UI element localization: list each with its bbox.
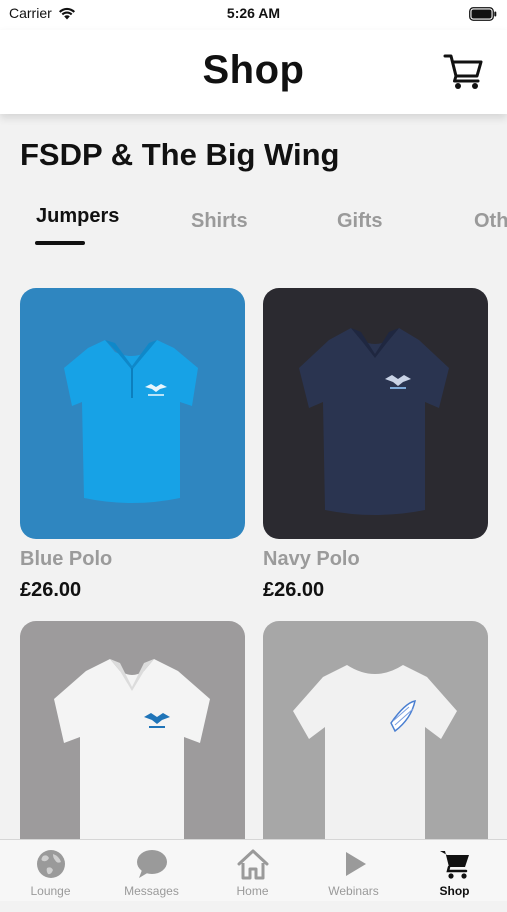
cart-button[interactable] bbox=[443, 52, 485, 90]
tab-bar-label: Messages bbox=[124, 884, 179, 898]
product-image bbox=[20, 621, 245, 872]
home-icon bbox=[237, 849, 269, 880]
category-tabs: Jumpers Shirts Gifts Oth bbox=[0, 205, 507, 255]
play-icon bbox=[346, 852, 366, 876]
tab-shirts[interactable]: Shirts bbox=[191, 210, 248, 233]
product-name: Navy Polo bbox=[263, 548, 360, 570]
product-image bbox=[20, 288, 245, 539]
tab-gifts[interactable]: Gifts bbox=[337, 210, 383, 233]
tab-bar-item-webinars[interactable]: Webinars bbox=[303, 840, 404, 901]
tab-bar-item-shop[interactable]: Shop bbox=[404, 840, 505, 901]
section-title: FSDP & The Big Wing bbox=[20, 137, 340, 172]
cart-icon bbox=[443, 54, 483, 89]
page-title: Shop bbox=[202, 48, 305, 92]
tab-bar-item-messages[interactable]: Messages bbox=[101, 840, 202, 901]
tab-bar-label: Shop bbox=[439, 884, 470, 898]
tab-other[interactable]: Oth bbox=[474, 210, 507, 233]
nav-header: Shop bbox=[0, 30, 507, 114]
status-time: 5:26 AM bbox=[226, 5, 281, 21]
bottom-tab-bar: Lounge Messages Home Webinars Shop bbox=[0, 839, 507, 901]
status-bar: Carrier 5:26 AM bbox=[0, 0, 507, 30]
product-card-blue-polo[interactable]: Blue Polo £26.00 bbox=[20, 288, 245, 602]
cart-icon bbox=[440, 851, 469, 879]
globe-icon bbox=[37, 850, 65, 878]
tab-bar-label: Home bbox=[236, 884, 269, 898]
product-image bbox=[263, 288, 488, 539]
tshirt-image bbox=[293, 665, 457, 872]
product-price: £26.00 bbox=[20, 579, 82, 601]
product-image bbox=[263, 621, 488, 872]
tab-bar-label: Lounge bbox=[30, 884, 71, 898]
tab-bar-label: Webinars bbox=[328, 884, 379, 898]
product-card-navy-polo[interactable]: Navy Polo £26.00 bbox=[263, 288, 488, 602]
tab-bar-item-lounge[interactable]: Lounge bbox=[0, 840, 101, 901]
tab-bar-item-home[interactable]: Home bbox=[202, 840, 303, 901]
product-price: £26.00 bbox=[263, 579, 325, 601]
chat-bubble-icon bbox=[137, 850, 167, 878]
active-tab-indicator bbox=[35, 241, 85, 245]
polo-shirt-image bbox=[64, 340, 198, 503]
polo-shirt-image bbox=[54, 659, 210, 872]
product-name: Blue Polo bbox=[20, 548, 113, 570]
tab-jumpers[interactable]: Jumpers bbox=[36, 205, 119, 228]
polo-shirt-image bbox=[299, 328, 449, 515]
battery-icon bbox=[469, 7, 497, 21]
